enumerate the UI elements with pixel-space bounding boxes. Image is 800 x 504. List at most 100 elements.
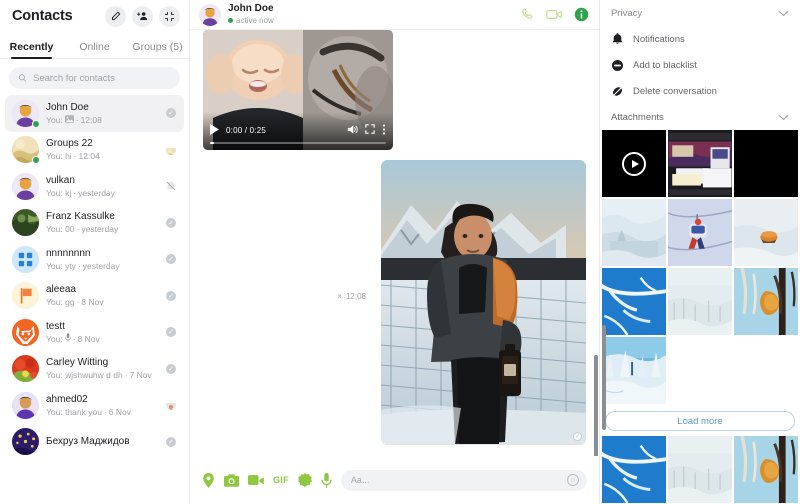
- contact-timestamp: 7 Nov: [129, 370, 152, 381]
- chevron-down-icon[interactable]: [778, 4, 789, 22]
- preview-text: You: wjshwuhw d dh: [46, 370, 123, 381]
- contact-timestamp: 12:08: [80, 114, 102, 125]
- list-item-text: ahmed02 You: thank you · 6 Nov: [46, 393, 164, 418]
- contact-preview: You: gg · 8 Nov: [46, 296, 164, 308]
- contact-preview: You: thank you · 6 Nov: [46, 406, 164, 418]
- sticker-icon[interactable]: [297, 473, 312, 487]
- photo-message[interactable]: ✓: [381, 160, 586, 445]
- contact-name: aleeaa: [46, 284, 77, 296]
- video-message[interactable]: 0:00 / 0:25: [203, 30, 393, 150]
- list-item[interactable]: Groups 22 You: hi · 12:04: [5, 132, 184, 169]
- list-item[interactable]: aleeaa You: gg · 8 Nov ✓: [5, 278, 184, 315]
- snow-mountain-thumb[interactable]: [602, 199, 666, 266]
- frost-branch-thumb[interactable]: [602, 268, 666, 335]
- dry-leaf-thumb[interactable]: [734, 268, 798, 335]
- contact-timestamp: 8 Nov: [77, 333, 100, 344]
- search-bar[interactable]: [9, 67, 180, 89]
- contact-timestamp: yesterday: [82, 260, 120, 271]
- preview-text: You: kj: [46, 187, 72, 198]
- privacy-item-blacklist[interactable]: Add to blacklist: [600, 52, 800, 78]
- tab-recently[interactable]: Recently: [0, 41, 63, 59]
- leaf-thumb-2[interactable]: [734, 436, 798, 503]
- search-input[interactable]: [33, 72, 171, 84]
- avatar: [12, 318, 39, 346]
- list-item[interactable]: Franz Kassulke You: 00 · yesterday ✓: [5, 205, 184, 242]
- volume-icon[interactable]: [347, 124, 358, 137]
- contact-name: Groups 22: [46, 138, 93, 150]
- avatar: [12, 355, 39, 383]
- message-input-wrapper[interactable]: ☺: [340, 469, 587, 491]
- list-item[interactable]: ahmed02 You: thank you · 6 Nov: [5, 387, 184, 424]
- play-button[interactable]: [210, 123, 219, 137]
- gif-icon[interactable]: GIF: [273, 475, 289, 485]
- chevron-down-icon[interactable]: [778, 108, 789, 126]
- winter-field-thumb[interactable]: [668, 268, 732, 335]
- list-item[interactable]: nnnnnnnn You: yty · yesterday ✓: [5, 241, 184, 278]
- compose-icon[interactable]: [105, 5, 126, 27]
- emoji-icon[interactable]: ☺: [567, 474, 579, 486]
- location-icon[interactable]: [202, 472, 215, 488]
- list-item[interactable]: Бехруз Маджидов ✓: [5, 424, 184, 461]
- message-timestamp: 12:08: [345, 292, 366, 301]
- contacts-list[interactable]: John Doe You: · 12:08 ✓ Groups 22 You: hi · 12:0…: [0, 95, 189, 504]
- list-item-text: vulkan You: kj · yesterday: [46, 174, 164, 199]
- chat-contact-name: John Doe: [228, 3, 274, 14]
- tab-online[interactable]: Online: [63, 41, 126, 58]
- screenshot-thumb[interactable]: [668, 130, 732, 197]
- preview-text: You: 00: [46, 224, 75, 235]
- avatar: [12, 428, 39, 456]
- black-thumb[interactable]: [734, 130, 798, 197]
- preview-separator: ·: [76, 224, 80, 235]
- message-input[interactable]: [350, 475, 567, 485]
- frost-blue-thumb-2[interactable]: [602, 436, 666, 503]
- sidebar-header: Contacts: [0, 0, 189, 32]
- fullscreen-icon[interactable]: [365, 124, 375, 136]
- video-icon[interactable]: [248, 474, 264, 486]
- privacy-item-label: Delete conversation: [633, 85, 717, 97]
- microphone-icon[interactable]: [321, 472, 332, 488]
- contact-name: John Doe: [46, 101, 89, 113]
- list-item[interactable]: John Doe You: · 12:08 ✓: [5, 95, 184, 132]
- winter-pale-thumb-2[interactable]: [668, 436, 732, 503]
- chat-scrollbar[interactable]: [594, 355, 598, 456]
- add-people-icon[interactable]: [132, 5, 153, 27]
- preview-text: You: gg: [46, 297, 75, 308]
- read-receipt-icon: ✓: [164, 108, 178, 119]
- attachments-grid-overflow[interactable]: [600, 436, 800, 503]
- privacy-item-delete-conversation[interactable]: Delete conversation: [600, 78, 800, 104]
- list-item[interactable]: vulkan You: kj · yesterday: [5, 168, 184, 205]
- preview-separator: ·: [76, 297, 80, 308]
- attachments-section-header[interactable]: Attachments: [600, 104, 800, 130]
- collapse-icon[interactable]: [159, 5, 180, 27]
- conversation-info-icon[interactable]: [574, 7, 589, 22]
- video-more-options-icon[interactable]: [382, 123, 386, 137]
- contact-timestamp: yesterday: [78, 187, 115, 198]
- privacy-section-header[interactable]: Privacy: [600, 0, 800, 26]
- voice-call-icon[interactable]: [520, 7, 535, 22]
- message-composer: GIF ☺: [190, 456, 599, 504]
- video-thumb[interactable]: [602, 130, 666, 197]
- contact-preview: You: yty · yesterday: [46, 260, 164, 272]
- video-call-icon[interactable]: [546, 7, 563, 22]
- attachments-grid[interactable]: [600, 130, 800, 404]
- tab-groups[interactable]: Groups (5): [126, 41, 189, 58]
- play-icon[interactable]: [622, 151, 646, 176]
- read-receipt-icon: ✓: [164, 217, 178, 228]
- snow-object-thumb[interactable]: [734, 199, 798, 266]
- conversation-details-panel: Privacy Notifications Add to blacklist D…: [600, 0, 800, 504]
- list-item[interactable]: Carley Witting You: wjshwuhw d dh · 7 Nov ✓: [5, 351, 184, 388]
- image-attachment-icon: [64, 114, 74, 126]
- snow-trees-thumb[interactable]: [602, 337, 666, 404]
- video-progress-bar[interactable]: [210, 141, 386, 144]
- avatar: [12, 172, 39, 200]
- preview-separator: ·: [73, 151, 77, 162]
- attachments-scrollbar[interactable]: [602, 325, 606, 430]
- privacy-item-notifications[interactable]: Notifications: [600, 26, 800, 52]
- delete-message-icon[interactable]: ×: [337, 292, 342, 301]
- ski-lift-thumb[interactable]: [668, 199, 732, 266]
- load-more-button[interactable]: Load more: [605, 411, 795, 431]
- camera-icon[interactable]: [224, 473, 239, 487]
- list-item[interactable]: testt You: · 8 Nov ✓: [5, 314, 184, 351]
- contact-name: Carley Witting: [46, 357, 109, 369]
- preview-text: You: thank you: [46, 406, 102, 417]
